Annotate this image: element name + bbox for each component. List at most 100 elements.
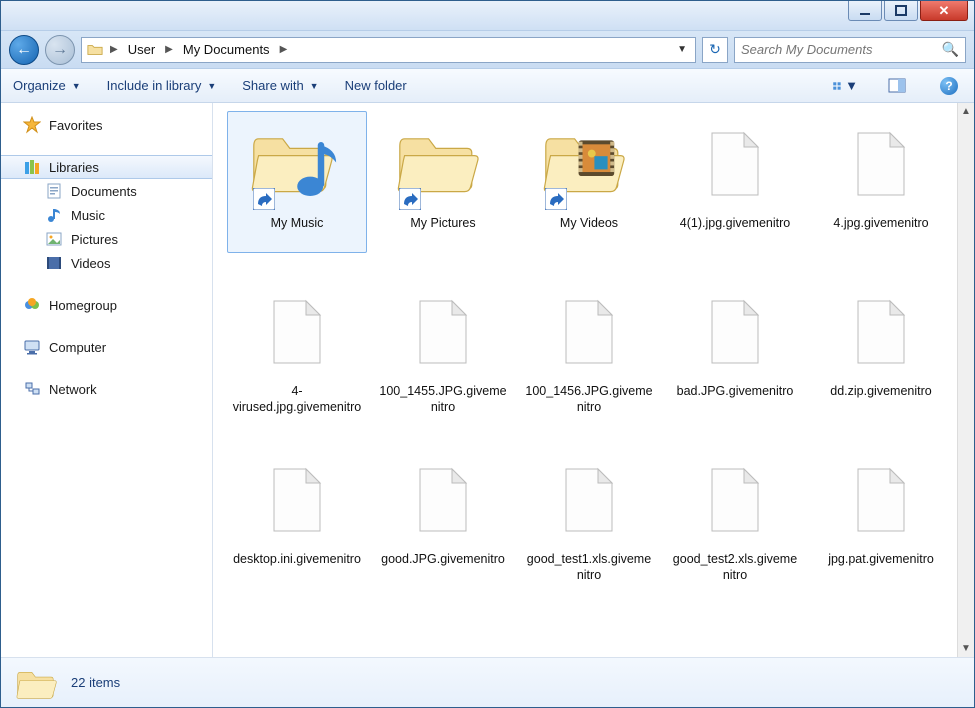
organize-button[interactable]: Organize ▼ [13,78,81,93]
sidebar-item-label: Documents [71,184,137,199]
sidebar-item-label: Pictures [71,232,118,247]
item-label: good_test1.xls.givemenitro [524,552,654,584]
file-icon [700,460,770,540]
item-label: dd.zip.givemenitro [830,384,931,416]
file-item[interactable]: dd.zip.givemenitro [811,279,951,421]
organize-label: Organize [13,78,66,93]
network-icon [23,381,41,397]
sidebar-library-item[interactable]: Documents [1,179,212,203]
titlebar: ✕ [1,1,974,31]
file-item[interactable]: 100_1456.JPG.givemenitro [519,279,659,421]
vertical-scrollbar[interactable]: ▲ ▼ [957,103,974,657]
share-label: Share with [242,78,303,93]
search-box[interactable]: 🔍 [734,37,966,63]
sidebar-library-item[interactable]: Videos [1,251,212,275]
file-icon [554,460,624,540]
file-item[interactable]: bad.JPG.givemenitro [665,279,805,421]
sidebar-homegroup[interactable]: Homegroup [1,293,212,317]
back-button[interactable]: ← [9,35,39,65]
file-item[interactable]: 4-virused.jpg.givemenitro [227,279,367,421]
file-item[interactable]: good_test2.xls.givemenitro [665,447,805,589]
chevron-right-icon: ▶ [278,44,290,55]
file-list[interactable]: My Music My Pictures My Videos 4(1).jpg.giv… [213,103,957,657]
file-icon [700,292,770,372]
file-icon [408,292,478,372]
chevron-right-icon: ▶ [163,44,175,55]
sidebar-network[interactable]: Network [1,377,212,401]
preview-pane-button[interactable] [884,75,910,97]
item-label: My Music [271,216,324,248]
address-dropdown-icon[interactable]: ▼ [673,44,691,55]
pic-icon [45,231,63,247]
address-bar[interactable]: ▶ User ▶ My Documents ▶ ▼ [81,37,696,63]
refresh-button[interactable]: ↻ [702,37,728,63]
file-item[interactable]: 4.jpg.givemenitro [811,111,951,253]
help-button[interactable]: ? [936,75,962,97]
item-label: bad.JPG.givemenitro [677,384,794,416]
folder-icon [15,664,57,702]
change-view-button[interactable]: ▼ [832,75,858,97]
shortcut-overlay-icon [399,188,421,210]
file-item[interactable]: jpg.pat.givemenitro [811,447,951,589]
search-input[interactable] [741,42,936,57]
search-icon: 🔍 [942,41,959,58]
new-folder-button[interactable]: New folder [345,78,407,93]
close-icon: ✕ [939,3,950,19]
sidebar-item-label: Videos [71,256,111,271]
shortcut-overlay-icon [253,188,275,210]
music-icon [45,207,63,223]
homegroup-label: Homegroup [49,298,117,313]
file-icon [408,460,478,540]
sidebar-item-label: Music [71,208,105,223]
file-icon [554,292,624,372]
file-icon [262,292,332,372]
include-label: Include in library [107,78,202,93]
breadcrumb-user[interactable]: User [124,42,159,57]
file-item[interactable]: 4(1).jpg.givemenitro [665,111,805,253]
network-label: Network [49,382,97,397]
folder-item[interactable]: My Videos [519,111,659,253]
item-label: My Pictures [410,216,475,248]
breadcrumb-my-documents[interactable]: My Documents [179,42,274,57]
forward-button[interactable]: → [45,35,75,65]
file-item[interactable]: good.JPG.givemenitro [373,447,513,589]
chevron-down-icon: ▼ [310,81,319,91]
item-label: 4.jpg.givemenitro [833,216,928,248]
sidebar-computer[interactable]: Computer [1,335,212,359]
item-label: jpg.pat.givemenitro [828,552,934,584]
computer-icon [23,339,41,355]
file-icon [700,124,770,204]
folder-item[interactable]: My Music [227,111,367,253]
file-item[interactable]: good_test1.xls.givemenitro [519,447,659,589]
minimize-button[interactable] [848,1,882,21]
folder-item[interactable]: My Pictures [373,111,513,253]
item-label: 100_1455.JPG.givemenitro [378,384,508,416]
folder-icon [86,42,104,58]
new-folder-label: New folder [345,78,407,93]
item-label: 100_1456.JPG.givemenitro [524,384,654,416]
sidebar-library-item[interactable]: Pictures [1,227,212,251]
chevron-down-icon: ▼ [845,78,858,93]
item-label: My Videos [560,216,618,248]
sidebar-library-item[interactable]: Music [1,203,212,227]
item-label: 4-virused.jpg.givemenitro [232,384,362,416]
chevron-down-icon: ▼ [207,81,216,91]
vid-icon [45,255,63,271]
item-label: good.JPG.givemenitro [381,552,505,584]
file-item[interactable]: 100_1455.JPG.givemenitro [373,279,513,421]
share-with-button[interactable]: Share with ▼ [242,78,318,93]
close-button[interactable]: ✕ [920,1,968,21]
scroll-up-icon[interactable]: ▲ [958,103,974,120]
explorer-window: ✕ ← → ▶ User ▶ My Documents ▶ ▼ ↻ 🔍 O [0,0,975,708]
include-in-library-button[interactable]: Include in library ▼ [107,78,217,93]
scroll-down-icon[interactable]: ▼ [958,640,974,657]
sidebar-favorites[interactable]: Favorites [1,113,212,137]
maximize-button[interactable] [884,1,918,21]
navigation-pane: Favorites Libraries Documents Music Pictur… [1,103,213,657]
chevron-right-icon: ▶ [108,44,120,55]
libraries-label: Libraries [49,160,99,175]
file-icon [262,460,332,540]
chevron-down-icon: ▼ [72,81,81,91]
file-item[interactable]: desktop.ini.givemenitro [227,447,367,589]
sidebar-libraries[interactable]: Libraries [1,155,212,179]
